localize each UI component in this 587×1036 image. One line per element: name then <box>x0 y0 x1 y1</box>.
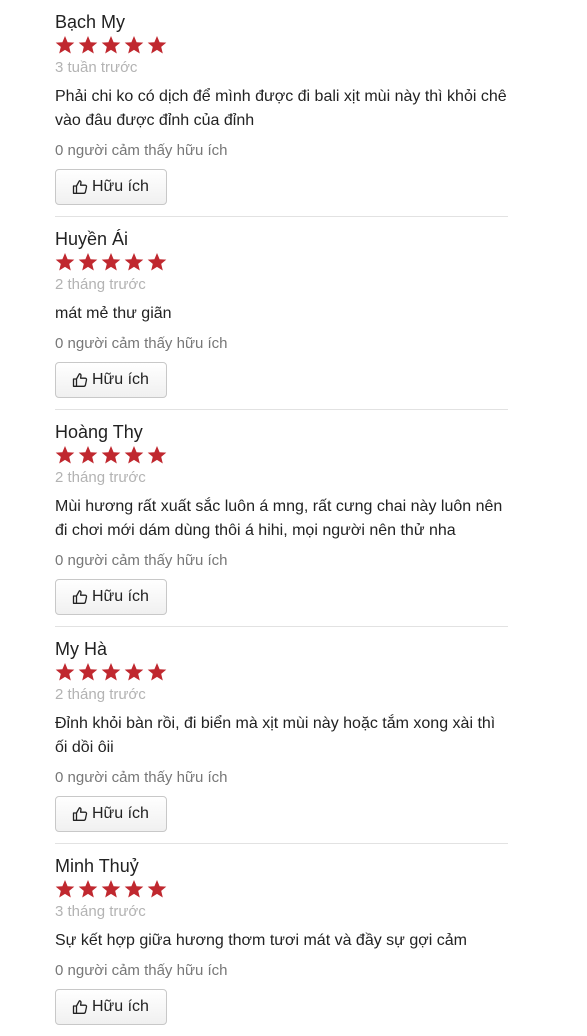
helpful-button[interactable]: Hữu ích <box>55 989 167 1025</box>
helpful-count: 0 người cảm thấy hữu ích <box>55 962 228 979</box>
star-icon <box>124 662 144 682</box>
star-icon <box>78 35 98 55</box>
star-icon <box>55 252 75 272</box>
review-time: 2 tháng trước <box>55 276 146 293</box>
helpful-button-label: Hữu ích <box>92 998 149 1015</box>
star-rating <box>55 879 508 899</box>
star-icon <box>101 445 121 465</box>
star-icon <box>55 662 75 682</box>
star-rating <box>55 35 508 55</box>
star-icon <box>55 35 75 55</box>
thumbs-up-icon <box>72 999 88 1015</box>
helpful-count: 0 người cảm thấy hữu ích <box>55 769 228 786</box>
review-time: 3 tháng trước <box>55 903 146 920</box>
helpful-button-label: Hữu ích <box>92 805 149 822</box>
helpful-count: 0 người cảm thấy hữu ích <box>55 335 228 352</box>
star-rating <box>55 662 508 682</box>
thumbs-up-icon <box>72 589 88 605</box>
reviewer-name: Bạch My <box>55 12 126 32</box>
review-item: Hoàng Thy 2 tháng trước Mùi hương rất xuất… <box>55 421 508 627</box>
review-time: 2 tháng trước <box>55 686 146 703</box>
review-text: Đỉnh khỏi bàn rồi, đi biển mà xịt mùi nà… <box>55 715 496 756</box>
review-text: Mùi hương rất xuất sắc luôn á mng, rất c… <box>55 498 503 539</box>
star-icon <box>147 252 167 272</box>
star-rating <box>55 252 508 272</box>
star-icon <box>55 445 75 465</box>
thumbs-up-icon <box>72 806 88 822</box>
helpful-button[interactable]: Hữu ích <box>55 796 167 832</box>
review-time: 2 tháng trước <box>55 469 146 486</box>
review-item: Huyền Ái 2 tháng trước mát mẻ thư giãn 0 ng… <box>55 228 508 410</box>
star-icon <box>55 879 75 899</box>
reviewer-name: Huyền Ái <box>55 229 129 249</box>
review-item: My Hà 2 tháng trước Đỉnh khỏi bàn rồi, đi … <box>55 638 508 844</box>
star-icon <box>124 879 144 899</box>
star-icon <box>147 445 167 465</box>
star-icon <box>147 662 167 682</box>
review-time: 3 tuần trước <box>55 59 138 76</box>
star-icon <box>101 879 121 899</box>
reviewer-name: Minh Thuỷ <box>55 856 139 876</box>
reviewer-name: Hoàng Thy <box>55 422 143 442</box>
review-text: Phải chi ko có dịch để mình được đi bali… <box>55 88 507 129</box>
review-list: Bạch My 3 tuần trước Phải chi ko có dịch đ… <box>55 0 508 1036</box>
helpful-count: 0 người cảm thấy hữu ích <box>55 142 228 159</box>
helpful-button-label: Hữu ích <box>92 178 149 195</box>
helpful-button[interactable]: Hữu ích <box>55 362 167 398</box>
star-icon <box>78 662 98 682</box>
star-icon <box>101 35 121 55</box>
helpful-button-label: Hữu ích <box>92 588 149 605</box>
star-icon <box>78 879 98 899</box>
star-icon <box>124 35 144 55</box>
helpful-button[interactable]: Hữu ích <box>55 169 167 205</box>
review-item: Bạch My 3 tuần trước Phải chi ko có dịch đ… <box>55 11 508 217</box>
review-text: mát mẻ thư giãn <box>55 305 172 322</box>
star-rating <box>55 445 508 465</box>
reviewer-name: My Hà <box>55 639 108 659</box>
review-item: Minh Thuỷ 3 tháng trước Sự kết hợp giữa hư… <box>55 855 508 1036</box>
star-icon <box>147 35 167 55</box>
thumbs-up-icon <box>72 179 88 195</box>
star-icon <box>101 252 121 272</box>
star-icon <box>147 879 167 899</box>
star-icon <box>124 252 144 272</box>
helpful-button-label: Hữu ích <box>92 371 149 388</box>
review-text: Sự kết hợp giữa hương thơm tươi mát và đ… <box>55 932 467 949</box>
helpful-count: 0 người cảm thấy hữu ích <box>55 552 228 569</box>
helpful-button[interactable]: Hữu ích <box>55 579 167 615</box>
star-icon <box>78 445 98 465</box>
star-icon <box>124 445 144 465</box>
thumbs-up-icon <box>72 372 88 388</box>
star-icon <box>78 252 98 272</box>
star-icon <box>101 662 121 682</box>
